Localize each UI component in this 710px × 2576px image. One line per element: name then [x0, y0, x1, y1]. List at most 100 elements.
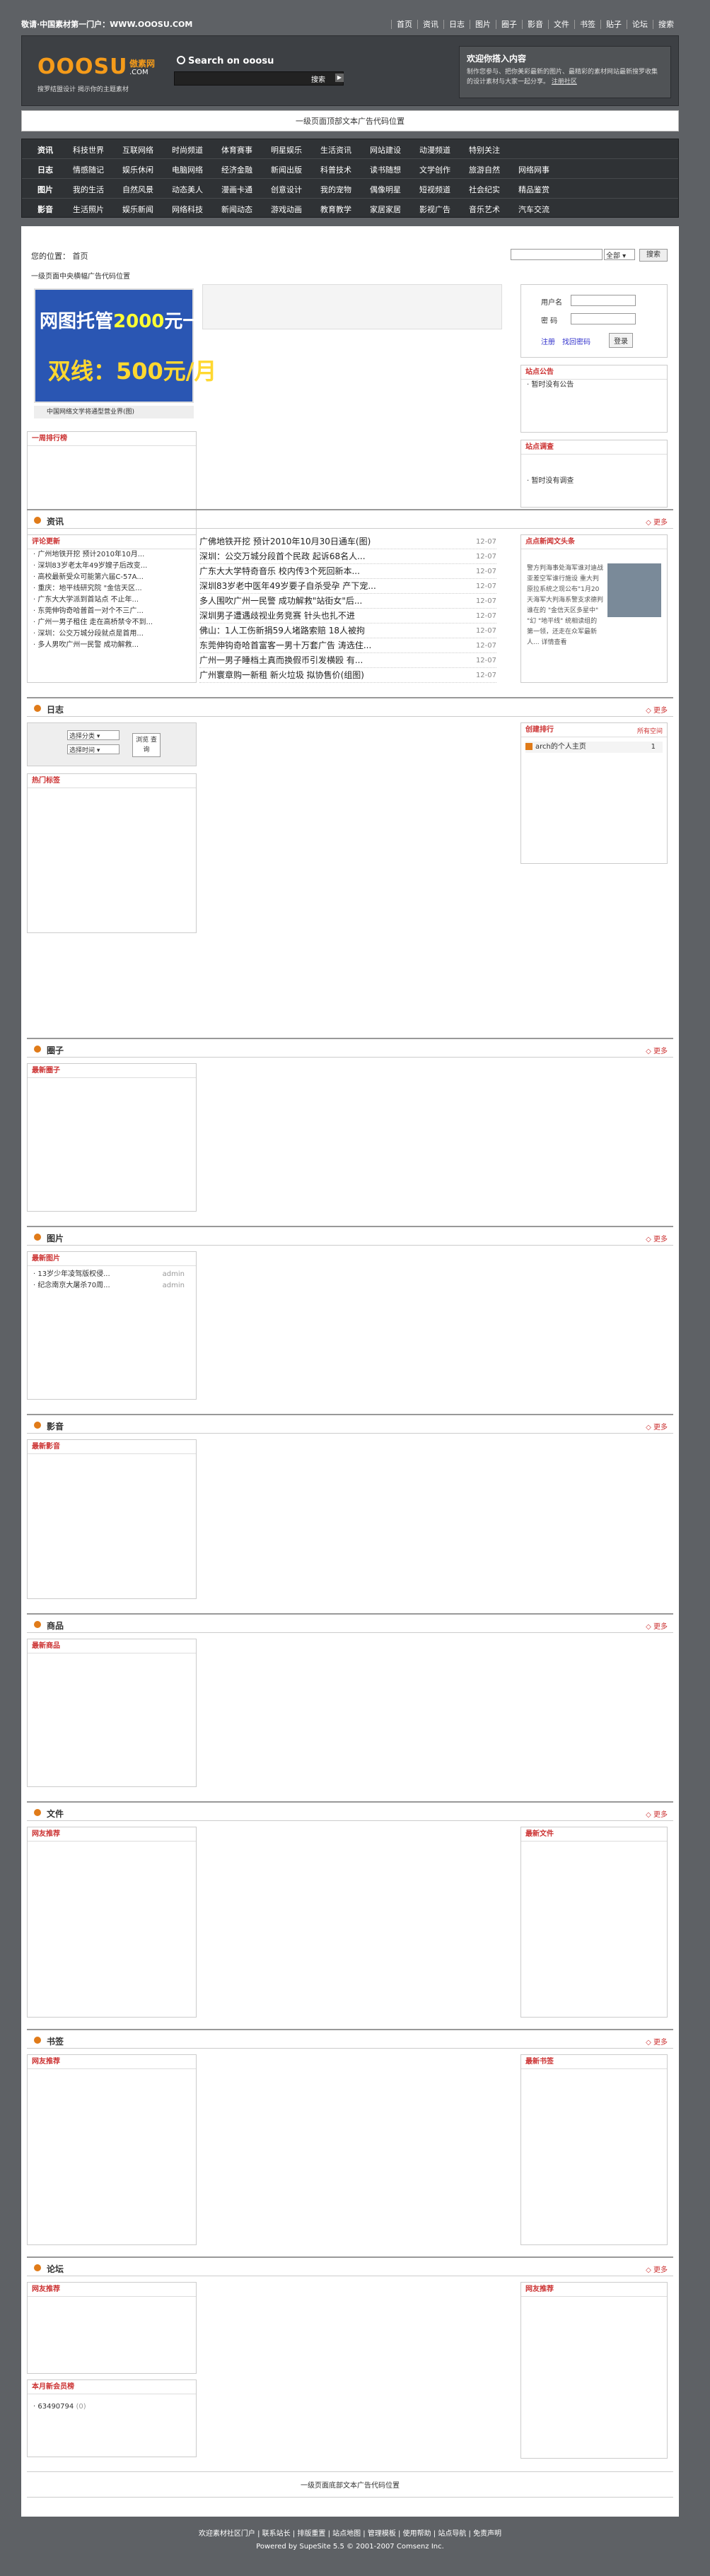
more-link[interactable]: ◇ 更多 — [646, 1233, 668, 1243]
menu-item[interactable]: 读书随想 — [370, 164, 401, 175]
news-item[interactable]: 多人围吹广州一民警 成功解救"站街女"后... 12-07 — [199, 594, 496, 609]
menu-item[interactable]: 创意设计 — [271, 184, 302, 195]
list-item[interactable]: · 广东大大学派到首站点 不止年... — [28, 595, 196, 606]
top-link-home[interactable]: 首页 — [391, 20, 417, 29]
more-link[interactable]: ◇ 更多 — [646, 704, 668, 715]
username-input[interactable] — [571, 295, 636, 306]
ranking-item[interactable]: arch的个人主页 1 — [525, 742, 663, 753]
more-link[interactable]: ◇ 更多 — [646, 1045, 668, 1055]
all-spaces-link[interactable]: 所有空间 — [637, 726, 663, 735]
site-search-select[interactable]: 全部 ▾ — [604, 249, 635, 260]
menu-item[interactable]: 明星娱乐 — [271, 144, 302, 156]
menu-item[interactable]: 特别关注 — [469, 144, 500, 156]
menu-item[interactable]: 音乐艺术 — [469, 204, 500, 215]
menu-item[interactable]: 经济金融 — [221, 164, 252, 175]
list-item[interactable]: · 广州一男子租住 走在高桥禁令不到... — [28, 617, 196, 628]
footer-link[interactable]: 排版重置 — [297, 2530, 325, 2538]
top-link-news[interactable]: 资讯 — [417, 20, 443, 29]
menu-item[interactable]: 漫画卡通 — [221, 184, 252, 195]
footer-link[interactable]: 联系站长 — [262, 2530, 291, 2538]
top-link-forum[interactable]: 论坛 — [627, 20, 653, 29]
menu-item[interactable]: 游戏动画 — [271, 204, 302, 215]
news-item[interactable]: 广州一男子睡档土真而换假币引发横殴 有... 12-07 — [199, 653, 496, 668]
menu-item[interactable]: 情感随记 — [73, 164, 104, 175]
site-logo[interactable]: OOOSU 傲素网 .COM 搜罗结盟设计 揭示你的主题素材 — [37, 54, 165, 93]
category-select[interactable]: 选择分类 ▾ — [67, 730, 120, 740]
member-item[interactable]: · 63490794 (0) — [28, 2401, 196, 2413]
center-ad[interactable]: 一级页面中央横幅广告代码位置 — [31, 270, 130, 281]
menu-item[interactable]: 互联网络 — [122, 144, 153, 156]
menu-item[interactable]: 网络科技 — [172, 204, 203, 215]
menu-item[interactable]: 短视频道 — [419, 184, 450, 195]
menu-item[interactable]: 生活资讯 — [320, 144, 351, 156]
site-search-button[interactable]: 搜索 — [639, 249, 668, 262]
bottom-ad[interactable]: 一级页面底部文本广告代码位置 — [27, 2471, 673, 2498]
more-link[interactable]: ◇ 更多 — [646, 2036, 668, 2047]
top-link-posts[interactable]: 贴子 — [600, 20, 627, 29]
menu-item[interactable]: 文学创作 — [419, 164, 450, 175]
list-item[interactable]: · 13岁少年凌驾版权侵... admin — [28, 1269, 196, 1280]
menu-item[interactable]: 旅游自然 — [469, 164, 500, 175]
menu-item[interactable]: 网站建设 — [370, 144, 401, 156]
footer-link[interactable]: 欢迎素材社区门户 — [199, 2530, 255, 2538]
list-item[interactable]: · 深圳83岁老太年49岁嫂子后改变... — [28, 561, 196, 572]
news-item[interactable]: 深圳：公交万城分段首个民政 起诉68名人... 12-07 — [199, 549, 496, 564]
top-link-bookmarks[interactable]: 书签 — [574, 20, 600, 29]
news-item[interactable]: 深圳男子遭遇歧视业务竞赛 针头也扎不进 12-07 — [199, 609, 496, 623]
time-select[interactable]: 选择时间 ▾ — [67, 744, 120, 754]
menu-item[interactable]: 我的生活 — [73, 184, 104, 195]
list-item[interactable]: · 重庆：地平线研究院 "金信天区... — [28, 583, 196, 595]
forgot-password-link[interactable]: 找回密码 — [562, 336, 590, 346]
menu-item[interactable]: 汽车交流 — [518, 204, 549, 215]
banner-image[interactable]: 网图托管2000元一年 双线：500元/月 — [34, 288, 219, 403]
list-item[interactable]: · 多人男吹广州一民警 成功解救... — [28, 640, 196, 651]
news-item[interactable]: 深圳83岁老中医年49岁要子自杀受孕 产下宠... 12-07 — [199, 579, 496, 594]
search-button[interactable]: 搜索 — [308, 71, 328, 86]
menu-item[interactable]: 电脑网络 — [172, 164, 203, 175]
menu-head[interactable]: 影音 — [37, 204, 53, 215]
menu-item[interactable]: 科技世界 — [73, 144, 104, 156]
top-link-images[interactable]: 图片 — [470, 20, 496, 29]
menu-item[interactable]: 网络网事 — [518, 164, 549, 175]
menu-item[interactable]: 动态美人 — [172, 184, 203, 195]
menu-item[interactable]: 新闻出版 — [271, 164, 302, 175]
menu-item[interactable]: 我的宠物 — [320, 184, 351, 195]
more-link[interactable]: ◇ 更多 — [646, 1421, 668, 1432]
menu-item[interactable]: 偶像明星 — [370, 184, 401, 195]
news-item[interactable]: 东莞伸钩奇哈首富客一男十万套广告 涛选住... 12-07 — [199, 638, 496, 653]
search-go-icon[interactable]: ▶ — [335, 74, 344, 82]
blog-filter-button[interactable]: 浏览 查询 — [132, 733, 161, 757]
password-input[interactable] — [571, 313, 636, 324]
menu-item[interactable]: 精品鉴赏 — [518, 184, 549, 195]
top-link-files[interactable]: 文件 — [548, 20, 574, 29]
menu-item[interactable]: 新闻动态 — [221, 204, 252, 215]
footer-link[interactable]: 免责声明 — [473, 2530, 501, 2538]
login-button[interactable]: 登录 — [609, 333, 633, 348]
menu-item[interactable]: 生活照片 — [73, 204, 104, 215]
menu-item[interactable]: 家居家居 — [370, 204, 401, 215]
menu-item[interactable]: 影视广告 — [419, 204, 450, 215]
menu-item[interactable]: 娱乐新闻 — [122, 204, 153, 215]
more-link[interactable]: ◇ 更多 — [646, 1620, 668, 1631]
list-item[interactable]: · 高校最新受众可能第六届C-57A... — [28, 572, 196, 583]
register-link[interactable]: 注册社区 — [552, 78, 577, 86]
list-item[interactable]: · 广州地铁开挖 预计2010年10月... — [28, 549, 196, 561]
news-item[interactable]: 广佛地铁开挖 预计2010年10月30日通车(图) 12-07 — [199, 534, 496, 549]
menu-item[interactable]: 科普技术 — [320, 164, 351, 175]
more-link[interactable]: ◇ 更多 — [646, 1808, 668, 1819]
menu-head[interactable]: 图片 — [37, 184, 53, 195]
menu-item[interactable]: 时尚频道 — [172, 144, 203, 156]
top-ad[interactable]: 一级页面顶部文本广告代码位置 — [21, 110, 679, 131]
menu-item[interactable]: 社会纪实 — [469, 184, 500, 195]
footer-link[interactable]: 站点地图 — [332, 2530, 361, 2538]
list-item[interactable]: · 东莞伸钩奇哈普首一对个不三广... — [28, 606, 196, 617]
news-item[interactable]: 广州寰章购一新租 新火垃圾 拟协售价(组图) 12-07 — [199, 668, 496, 683]
menu-item[interactable]: 教育教学 — [320, 204, 351, 215]
more-link[interactable]: ◇ 更多 — [646, 2264, 668, 2274]
footer-link[interactable]: 站点导航 — [438, 2530, 466, 2538]
register-link[interactable]: 注册 — [541, 336, 555, 346]
footer-link[interactable]: 使用帮助 — [403, 2530, 431, 2538]
list-item[interactable]: · 纪念南京大屠杀70周... admin — [28, 1280, 196, 1292]
top-link-media[interactable]: 影音 — [522, 20, 548, 29]
top-link-blog[interactable]: 日志 — [443, 20, 470, 29]
